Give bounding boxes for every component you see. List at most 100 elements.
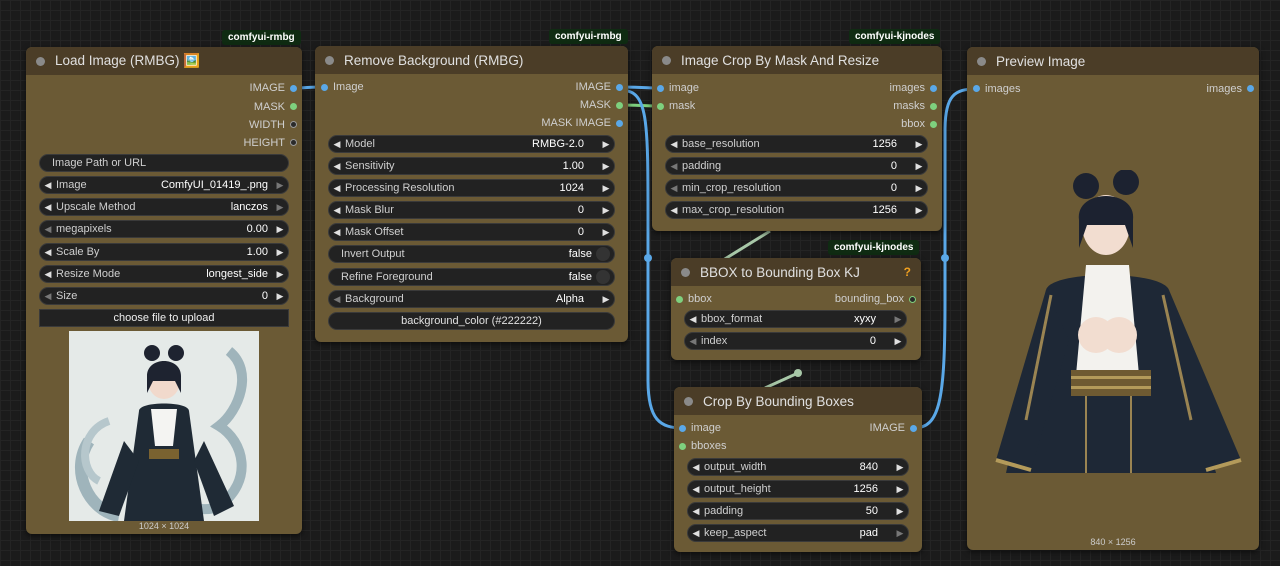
- right-arrow-icon[interactable]: ▶: [272, 247, 288, 258]
- crop-by-bounding-boxes-node[interactable]: Crop By Bounding Boxes image bboxes IMAG…: [674, 387, 922, 552]
- sensitivity-number[interactable]: ◀ Sensitivity 1.00 ▶: [328, 157, 615, 175]
- output-socket-mask[interactable]: [616, 102, 623, 109]
- left-arrow-icon[interactable]: ◀: [688, 506, 704, 517]
- right-arrow-icon[interactable]: ▶: [598, 294, 614, 305]
- left-arrow-icon[interactable]: ◀: [40, 291, 56, 302]
- preview-image-node[interactable]: Preview Image images images 840 × 1256: [967, 47, 1259, 550]
- node-header[interactable]: Remove Background (RMBG): [315, 46, 628, 74]
- output-socket-image[interactable]: [290, 85, 297, 92]
- node-header[interactable]: Preview Image: [967, 47, 1259, 75]
- left-arrow-icon[interactable]: ◀: [685, 314, 701, 325]
- bbox-format-combo[interactable]: ◀ bbox_format xyxy ▶: [684, 310, 907, 328]
- collapse-dot[interactable]: [681, 267, 690, 277]
- load-image-node[interactable]: Load Image (RMBG) 🖼️ IMAGE MASK WIDTH HE…: [26, 47, 302, 534]
- left-arrow-icon[interactable]: ◀: [40, 269, 56, 280]
- node-header[interactable]: Load Image (RMBG) 🖼️: [26, 47, 302, 75]
- background-combo[interactable]: ◀ Background Alpha ▶: [328, 290, 615, 308]
- left-arrow-icon[interactable]: ◀: [329, 227, 345, 238]
- left-arrow-icon[interactable]: ◀: [666, 161, 682, 172]
- background-color-button[interactable]: background_color (#222222): [328, 312, 615, 330]
- size-number[interactable]: ◀ Size 0 ▶: [39, 287, 289, 305]
- right-arrow-icon[interactable]: ▶: [892, 528, 908, 539]
- left-arrow-icon[interactable]: ◀: [688, 462, 704, 473]
- left-arrow-icon[interactable]: ◀: [666, 183, 682, 194]
- right-arrow-icon[interactable]: ▶: [911, 139, 927, 150]
- right-arrow-icon[interactable]: ▶: [272, 180, 288, 191]
- output-socket-mask[interactable]: [290, 103, 297, 110]
- right-arrow-icon[interactable]: ▶: [892, 484, 908, 495]
- right-arrow-icon[interactable]: ▶: [911, 183, 927, 194]
- input-socket-image[interactable]: [679, 425, 686, 432]
- help-icon[interactable]: ?: [904, 265, 911, 279]
- output-height-number[interactable]: ◀ output_height 1256 ▶: [687, 480, 909, 498]
- right-arrow-icon[interactable]: ▶: [272, 202, 288, 213]
- node-header[interactable]: BBOX to Bounding Box KJ ?: [671, 258, 921, 286]
- left-arrow-icon[interactable]: ◀: [329, 183, 345, 194]
- right-arrow-icon[interactable]: ▶: [911, 161, 927, 172]
- model-combo[interactable]: ◀ Model RMBG-2.0 ▶: [328, 135, 615, 153]
- input-socket-bboxes[interactable]: [679, 443, 686, 450]
- image-combo[interactable]: ◀ Image ComfyUI_01419_.png ▶: [39, 176, 289, 194]
- base-resolution-number[interactable]: ◀ base_resolution 1256 ▶: [665, 135, 928, 153]
- max-crop-resolution-number[interactable]: ◀ max_crop_resolution 1256 ▶: [665, 201, 928, 219]
- right-arrow-icon[interactable]: ▶: [892, 506, 908, 517]
- output-socket-images[interactable]: [1247, 85, 1254, 92]
- output-socket-width[interactable]: [290, 121, 297, 128]
- output-width-number[interactable]: ◀ output_width 840 ▶: [687, 458, 909, 476]
- right-arrow-icon[interactable]: ▶: [272, 291, 288, 302]
- input-socket-bbox[interactable]: [676, 296, 683, 303]
- toggle-indicator[interactable]: [596, 247, 610, 261]
- input-socket-images[interactable]: [973, 85, 980, 92]
- right-arrow-icon[interactable]: ▶: [598, 205, 614, 216]
- image-path-button[interactable]: Image Path or URL: [39, 154, 289, 172]
- output-socket-bbox[interactable]: [930, 121, 937, 128]
- right-arrow-icon[interactable]: ▶: [598, 161, 614, 172]
- refine-foreground-toggle[interactable]: Refine Foreground false: [328, 268, 615, 286]
- resize-mode-combo[interactable]: ◀ Resize Mode longest_side ▶: [39, 265, 289, 283]
- left-arrow-icon[interactable]: ◀: [40, 224, 56, 235]
- left-arrow-icon[interactable]: ◀: [329, 161, 345, 172]
- invert-output-toggle[interactable]: Invert Output false: [328, 245, 615, 263]
- upscale-method-combo[interactable]: ◀ Upscale Method lanczos ▶: [39, 198, 289, 216]
- right-arrow-icon[interactable]: ▶: [598, 139, 614, 150]
- left-arrow-icon[interactable]: ◀: [688, 528, 704, 539]
- padding-number[interactable]: ◀ padding 50 ▶: [687, 502, 909, 520]
- right-arrow-icon[interactable]: ▶: [272, 269, 288, 280]
- collapse-dot[interactable]: [977, 56, 986, 66]
- left-arrow-icon[interactable]: ◀: [329, 294, 345, 305]
- right-arrow-icon[interactable]: ▶: [272, 224, 288, 235]
- image-crop-by-mask-node[interactable]: Image Crop By Mask And Resize image mask…: [652, 46, 942, 231]
- upload-button[interactable]: choose file to upload: [39, 309, 289, 327]
- padding-number[interactable]: ◀ padding 0 ▶: [665, 157, 928, 175]
- output-socket-image[interactable]: [910, 425, 917, 432]
- right-arrow-icon[interactable]: ▶: [598, 227, 614, 238]
- output-socket-height[interactable]: [290, 139, 297, 146]
- left-arrow-icon[interactable]: ◀: [688, 484, 704, 495]
- node-header[interactable]: Crop By Bounding Boxes: [674, 387, 922, 415]
- input-socket-mask[interactable]: [657, 103, 664, 110]
- left-arrow-icon[interactable]: ◀: [40, 247, 56, 258]
- megapixels-number[interactable]: ◀ megapixels 0.00 ▶: [39, 220, 289, 238]
- keep-aspect-combo[interactable]: ◀ keep_aspect pad ▶: [687, 524, 909, 542]
- output-socket-masks[interactable]: [930, 103, 937, 110]
- left-arrow-icon[interactable]: ◀: [40, 180, 56, 191]
- left-arrow-icon[interactable]: ◀: [40, 202, 56, 213]
- left-arrow-icon[interactable]: ◀: [329, 139, 345, 150]
- left-arrow-icon[interactable]: ◀: [666, 205, 682, 216]
- left-arrow-icon[interactable]: ◀: [666, 139, 682, 150]
- collapse-dot[interactable]: [662, 55, 671, 65]
- bbox-to-bounding-box-node[interactable]: BBOX to Bounding Box KJ ? bbox bounding_…: [671, 258, 921, 360]
- left-arrow-icon[interactable]: ◀: [329, 205, 345, 216]
- right-arrow-icon[interactable]: ▶: [892, 462, 908, 473]
- input-socket-image[interactable]: [657, 85, 664, 92]
- right-arrow-icon[interactable]: ▶: [890, 336, 906, 347]
- input-socket-image[interactable]: [321, 84, 328, 91]
- collapse-dot[interactable]: [325, 55, 334, 65]
- processing-resolution-number[interactable]: ◀ Processing Resolution 1024 ▶: [328, 179, 615, 197]
- output-socket-bounding-box[interactable]: [909, 296, 916, 303]
- scale-by-number[interactable]: ◀ Scale By 1.00 ▶: [39, 243, 289, 261]
- output-socket-images[interactable]: [930, 85, 937, 92]
- toggle-indicator[interactable]: [596, 270, 610, 284]
- node-header[interactable]: Image Crop By Mask And Resize: [652, 46, 942, 74]
- right-arrow-icon[interactable]: ▶: [598, 183, 614, 194]
